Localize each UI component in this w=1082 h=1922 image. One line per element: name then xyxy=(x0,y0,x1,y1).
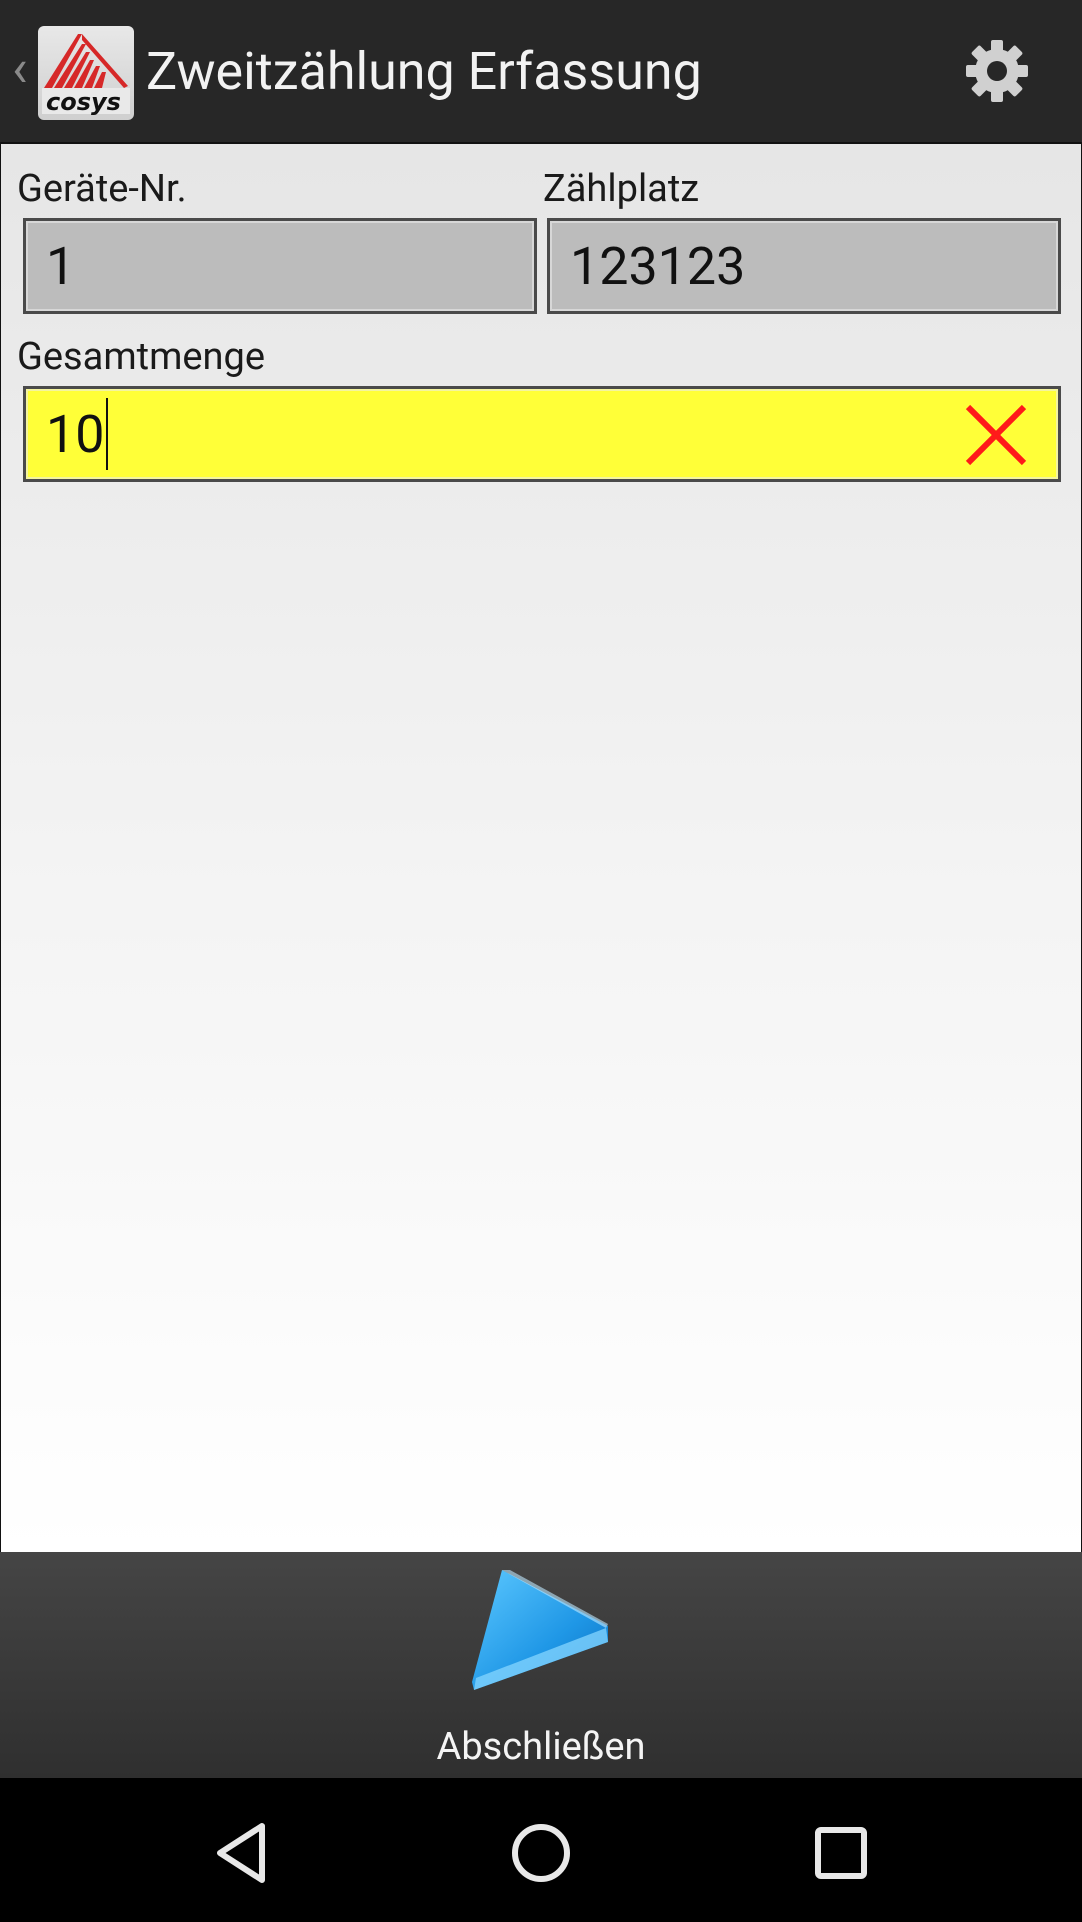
finish-button-label: Abschließen xyxy=(436,1725,646,1769)
bottom-action-bar: Abschließen xyxy=(0,1552,1082,1778)
close-icon[interactable] xyxy=(964,403,1028,467)
device-number-value: 1 xyxy=(46,235,76,297)
device-number-label: Geräte-Nr. xyxy=(17,167,187,211)
text-cursor xyxy=(106,398,109,470)
total-quantity-input[interactable]: 10 xyxy=(23,386,1061,482)
app-logo-icon[interactable]: cosys xyxy=(38,26,134,120)
total-quantity-label: Gesamtmenge xyxy=(17,335,266,379)
svg-text:cosys: cosys xyxy=(46,88,121,116)
action-bar: ‹ cosys Zweitzählung Erfassung xyxy=(0,0,1082,144)
page-title: Zweitzählung Erfassung xyxy=(146,41,702,102)
device-number-field[interactable]: 1 xyxy=(23,218,537,314)
finish-button[interactable]: Abschließen xyxy=(400,1552,682,1778)
play-arrow-icon xyxy=(470,1566,616,1696)
gear-icon[interactable] xyxy=(962,36,1032,106)
form-area: Geräte-Nr. 1 Zählplatz 123123 Gesamtmeng… xyxy=(0,144,1082,1552)
back-triangle-icon[interactable] xyxy=(208,1818,278,1888)
chevron-left-icon[interactable]: ‹ xyxy=(12,43,38,95)
count-place-label: Zählplatz xyxy=(543,167,700,211)
count-place-value: 123123 xyxy=(570,235,746,297)
total-quantity-value: 10 xyxy=(46,403,105,465)
system-navigation-bar xyxy=(0,1778,1082,1922)
total-quantity-value-wrap: 10 xyxy=(46,389,109,479)
count-place-field[interactable]: 123123 xyxy=(547,218,1061,314)
home-circle-icon[interactable] xyxy=(506,1818,576,1888)
recents-square-icon[interactable] xyxy=(806,1818,876,1888)
